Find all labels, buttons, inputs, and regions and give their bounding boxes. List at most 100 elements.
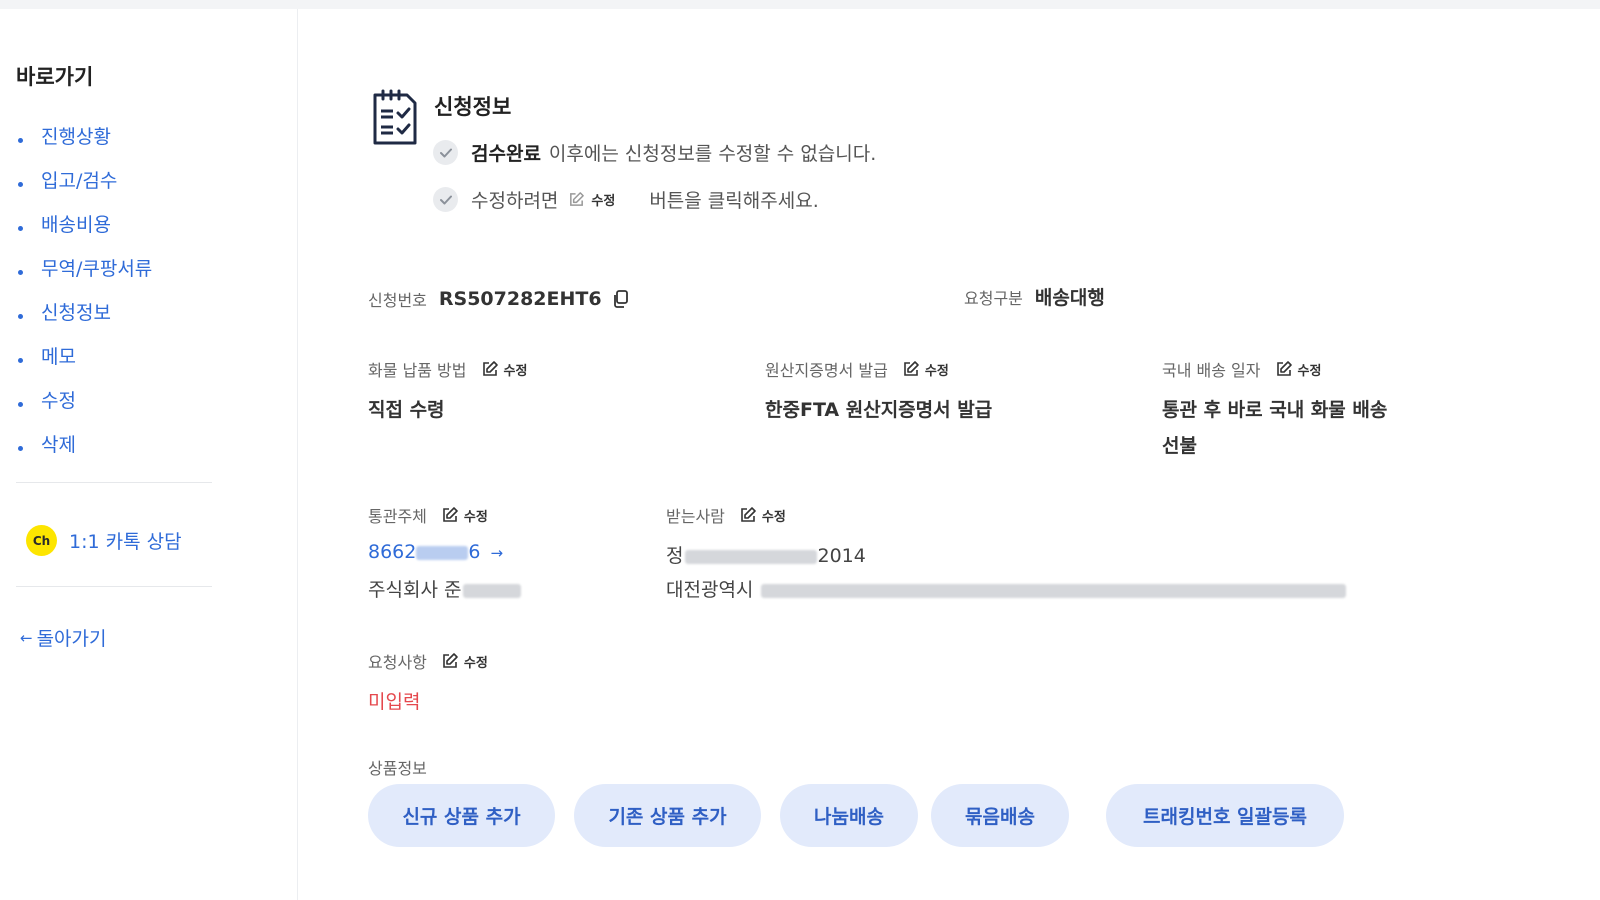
sidebar-divider [16, 482, 212, 483]
edit-icon [741, 507, 756, 522]
bullet-icon [18, 181, 23, 187]
sidebar-item-delete[interactable]: 삭제 [18, 421, 152, 465]
bundle-shipping-button[interactable]: 묶음배송 [931, 784, 1069, 847]
top-bar [0, 0, 1600, 9]
app-number-label: 신청번호 [368, 291, 427, 310]
sidebar-nav: 진행상황 입고/검수 배송비용 무역/쿠팡서류 신청정보 메모 수정 삭제 [18, 113, 152, 465]
notice-bold: 검수완료 [471, 143, 541, 165]
customs-entity-label: 통관주체 [368, 507, 427, 526]
redacted-text [416, 545, 469, 560]
bulk-tracking-register-button[interactable]: 트래킹번호 일괄등록 [1106, 784, 1344, 847]
customs-entity-label-row: 통관주체 수정 [368, 503, 488, 527]
customs-entity-company: 주식회사 준 [368, 575, 522, 602]
check-icon [433, 140, 458, 165]
sidebar-item-label: 신청정보 [41, 301, 111, 324]
section-title: 신청정보 [434, 95, 512, 119]
bullet-icon [18, 401, 23, 407]
domestic-shipping-label: 국내 배송 일자 [1162, 361, 1261, 380]
main-content: 신청정보 검수완료 이후에는 신청정보를 수정할 수 없습니다. 수정하려면 수… [298, 9, 1600, 900]
bullet-icon [18, 445, 23, 451]
origin-cert-label-row: 원산지증명서 발급 수정 [765, 357, 949, 381]
edit-icon [1276, 361, 1292, 376]
sidebar-item-trade-docs[interactable]: 무역/쿠팡서류 [18, 245, 152, 289]
bullet-icon [18, 357, 23, 363]
domestic-shipping-payment: 선불 [1162, 435, 1197, 457]
sidebar-divider [16, 586, 212, 587]
redacted-text [761, 583, 1347, 598]
request-type-value: 배송대행 [1034, 287, 1105, 309]
back-link[interactable]: ← 돌아가기 [20, 624, 107, 651]
request-value: 미입력 [368, 691, 421, 713]
edit-icon [482, 361, 498, 376]
kakao-channel-icon: Ch [26, 525, 57, 556]
notice-suffix: 버튼을 클릭해주세요. [649, 190, 819, 212]
sidebar-item-progress[interactable]: 진행상황 [18, 113, 152, 157]
request-type-row: 요청구분 배송대행 [964, 283, 1105, 310]
origin-cert-value: 한중FTA 원산지증명서 발급 [765, 399, 993, 421]
bullet-icon [18, 137, 23, 143]
bullet-icon [18, 269, 23, 275]
check-icon [433, 187, 458, 212]
notice-locked: 검수완료 이후에는 신청정보를 수정할 수 없습니다. [433, 139, 876, 166]
clipboard-checklist-icon [373, 89, 417, 145]
split-shipping-button[interactable]: 나눔배송 [780, 784, 918, 847]
notice-edit-hint: 수정하려면 수정 버튼을 클릭해주세요. [433, 186, 819, 213]
add-new-product-button[interactable]: 신규 상품 추가 [368, 784, 555, 847]
app-number-value: RS507282EHT6 [438, 288, 602, 310]
customs-entity-edit-button[interactable]: 수정 [441, 506, 488, 525]
delivery-method-label-row: 화물 납품 방법 수정 [368, 357, 527, 381]
recipient-name-phone: 정 2014 [666, 545, 866, 567]
sidebar-item-application-info[interactable]: 신청정보 [18, 289, 152, 333]
arrow-left-icon: ← [20, 628, 33, 647]
delivery-method-edit-button[interactable]: 수정 [481, 360, 527, 379]
bullet-icon [18, 313, 23, 319]
edit-icon [570, 192, 585, 206]
sidebar-item-label: 메모 [41, 345, 76, 368]
origin-cert-edit-button[interactable]: 수정 [902, 360, 949, 379]
request-edit-button[interactable]: 수정 [441, 652, 488, 671]
redacted-text [463, 583, 522, 598]
edit-icon [443, 507, 458, 522]
notice-text: 이후에는 신청정보를 수정할 수 없습니다. [548, 143, 877, 165]
sidebar-item-label: 무역/쿠팡서류 [41, 257, 153, 280]
recipient-address: 대전광역시 [666, 575, 1347, 602]
kakao-chat-label: 1:1 카톡 상담 [69, 531, 182, 553]
sidebar: 바로가기 진행상황 입고/검수 배송비용 무역/쿠팡서류 신청정보 메모 수정 [0, 9, 298, 900]
request-label-row: 요청사항 수정 [368, 649, 488, 673]
edit-icon [904, 361, 919, 376]
arrow-right-icon: → [490, 544, 504, 562]
delivery-method-value: 직접 수령 [368, 399, 445, 421]
recipient-label-row: 받는사람 수정 [666, 503, 786, 527]
inline-edit-sample: 수정 [568, 190, 615, 209]
copy-icon[interactable] [612, 290, 628, 308]
kakao-chat-link[interactable]: Ch 1:1 카톡 상담 [26, 525, 182, 556]
sidebar-title: 바로가기 [16, 65, 94, 89]
app-number-row: 신청번호 RS507282EHT6 [368, 287, 628, 311]
sidebar-item-label: 배송비용 [41, 213, 111, 236]
domestic-shipping-label-row: 국내 배송 일자 수정 [1162, 357, 1321, 381]
delivery-method-label: 화물 납품 방법 [368, 361, 467, 380]
sidebar-item-label: 입고/검수 [41, 169, 118, 192]
domestic-shipping-edit-button[interactable]: 수정 [1275, 360, 1321, 379]
redacted-text [685, 549, 818, 564]
products-label: 상품정보 [368, 759, 427, 778]
customs-entity-id-link[interactable]: 8662 6 → [368, 541, 503, 563]
recipient-label: 받는사람 [666, 507, 725, 526]
sidebar-item-label: 삭제 [41, 433, 76, 456]
request-type-label: 요청구분 [964, 288, 1023, 308]
add-existing-product-button[interactable]: 기존 상품 추가 [574, 784, 761, 847]
edit-icon [443, 653, 458, 668]
origin-cert-label: 원산지증명서 발급 [765, 361, 888, 380]
request-label: 요청사항 [368, 653, 427, 672]
sidebar-item-label: 진행상황 [41, 125, 111, 148]
sidebar-item-memo[interactable]: 메모 [18, 333, 152, 377]
recipient-edit-button[interactable]: 수정 [739, 506, 786, 525]
sidebar-item-edit[interactable]: 수정 [18, 377, 152, 421]
sidebar-item-label: 수정 [41, 389, 76, 412]
sidebar-item-shipping-cost[interactable]: 배송비용 [18, 201, 152, 245]
back-link-label: 돌아가기 [36, 628, 107, 650]
notice-prefix: 수정하려면 [471, 190, 559, 212]
sidebar-item-inspection[interactable]: 입고/검수 [18, 157, 152, 201]
domestic-shipping-value: 통관 후 바로 국내 화물 배송 [1162, 399, 1388, 421]
bullet-icon [18, 225, 23, 231]
